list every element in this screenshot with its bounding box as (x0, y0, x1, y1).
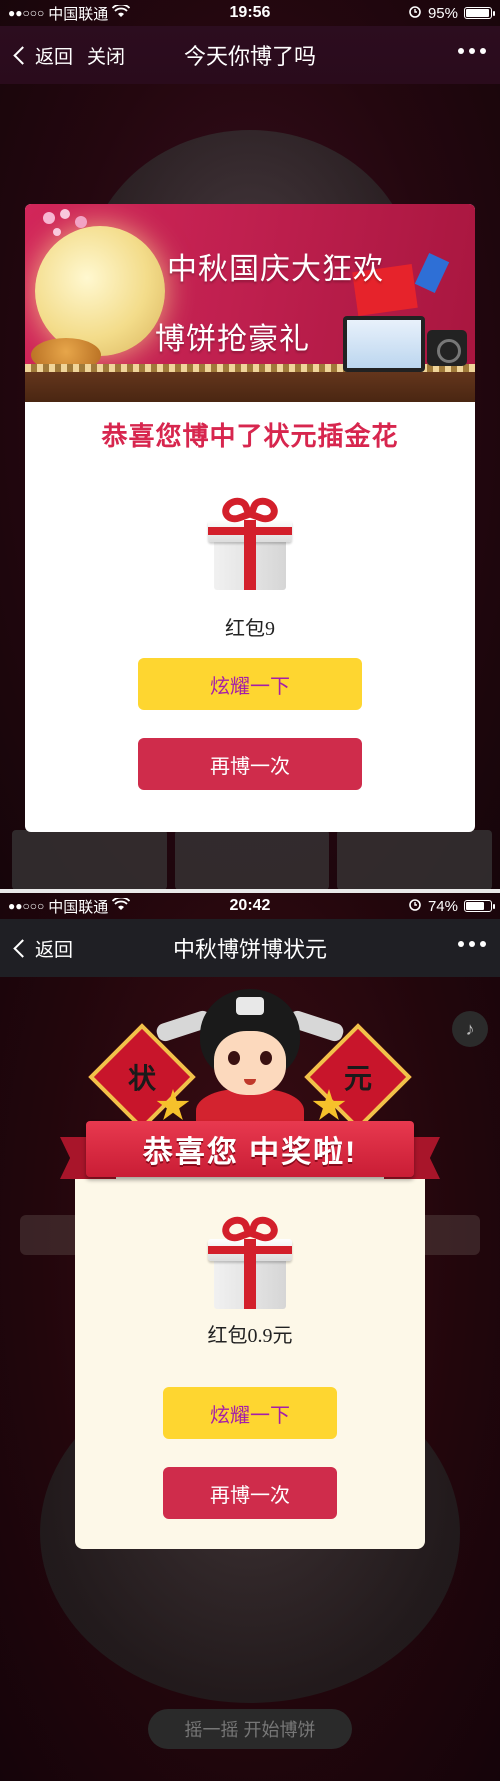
screen-1: ●●○○○ 中国联通 19:56 95% 返回 关闭 今天你博了吗 中秋国庆大狂… (0, 0, 500, 890)
hat-badge-icon (236, 997, 264, 1015)
gift-box-icon (200, 1212, 300, 1313)
more-menu-icon[interactable] (458, 941, 486, 947)
page-title: 今天你博了吗 (183, 44, 316, 69)
price-tag-icon (414, 252, 450, 294)
status-bar: ●●○○○ 中国联通 19:56 95% (0, 0, 500, 26)
prize-label: 红包9 (225, 618, 275, 640)
carrier-label: 中国联通 (48, 898, 109, 916)
battery-icon (464, 7, 495, 19)
banner-subheadline: 博饼抢豪礼 (155, 323, 310, 356)
nav-bar: 返回 关闭 今天你博了吗 (0, 26, 500, 84)
wifi-icon (112, 3, 131, 22)
background-prize-tiles (12, 830, 493, 890)
shake-button[interactable]: 摇一摇 开始博饼 (148, 1709, 352, 1749)
banner-headline: 中秋国庆大狂欢 (167, 253, 384, 286)
back-label: 返回 (35, 939, 74, 961)
signal-icon: ●●○○○ (8, 6, 45, 20)
congrats-heading: 恭喜您 中奖啦! (142, 1136, 358, 1169)
battery-percent: 95% (427, 4, 458, 22)
camera-icon (427, 330, 467, 366)
close-button[interactable]: 关闭 (87, 42, 125, 69)
play-again-button[interactable]: 再博一次 (163, 1467, 337, 1519)
alarm-icon (408, 897, 422, 915)
play-again-button[interactable]: 再博一次 (138, 738, 362, 790)
eye-icon (260, 1051, 272, 1065)
promo-banner: 中秋国庆大狂欢 博饼抢豪礼 (25, 204, 475, 402)
screen-2: ●●○○○ 中国联通 20:42 74% 返回 中秋博饼博状元 ♪ 摇一摇 开始… (0, 893, 500, 1781)
back-label: 返回 (35, 46, 74, 68)
signal-icon: ●●○○○ (8, 899, 45, 913)
result-modal: 红包0.9元 炫耀一下 再博一次 (75, 1163, 425, 1549)
wifi-icon (112, 896, 131, 915)
blossom-icon (43, 209, 87, 236)
eye-icon (228, 1051, 240, 1065)
laptop-icon (343, 316, 425, 372)
gift-box-icon (200, 493, 300, 594)
congrats-heading: 恭喜您博中了状元插金花 (101, 421, 399, 451)
carrier-label: 中国联通 (48, 5, 109, 23)
congrats-ribbon: 恭喜您 中奖啦! (60, 1121, 440, 1183)
status-bar: ●●○○○ 中国联通 20:42 74% (0, 893, 500, 919)
back-button[interactable]: 返回 (0, 935, 73, 962)
prize-label: 红包0.9元 (207, 1325, 293, 1347)
music-note-icon[interactable]: ♪ (452, 1011, 488, 1047)
battery-percent: 74% (427, 897, 458, 915)
battery-icon (464, 900, 495, 912)
chevron-left-icon (13, 45, 32, 65)
show-off-button[interactable]: 炫耀一下 (138, 658, 362, 710)
scholar-face-icon (214, 1031, 286, 1095)
back-button[interactable]: 返回 (0, 42, 73, 69)
chevron-left-icon (13, 938, 32, 958)
nav-bar: 返回 中秋博饼博状元 (0, 919, 500, 977)
result-modal: 中秋国庆大狂欢 博饼抢豪礼 恭喜您博中了状元插金花 红包9 炫耀一下 再博一次 (25, 204, 475, 832)
more-menu-icon[interactable] (458, 48, 486, 54)
alarm-icon (408, 4, 422, 22)
page-title: 中秋博饼博状元 (172, 937, 327, 962)
show-off-button[interactable]: 炫耀一下 (163, 1387, 337, 1439)
